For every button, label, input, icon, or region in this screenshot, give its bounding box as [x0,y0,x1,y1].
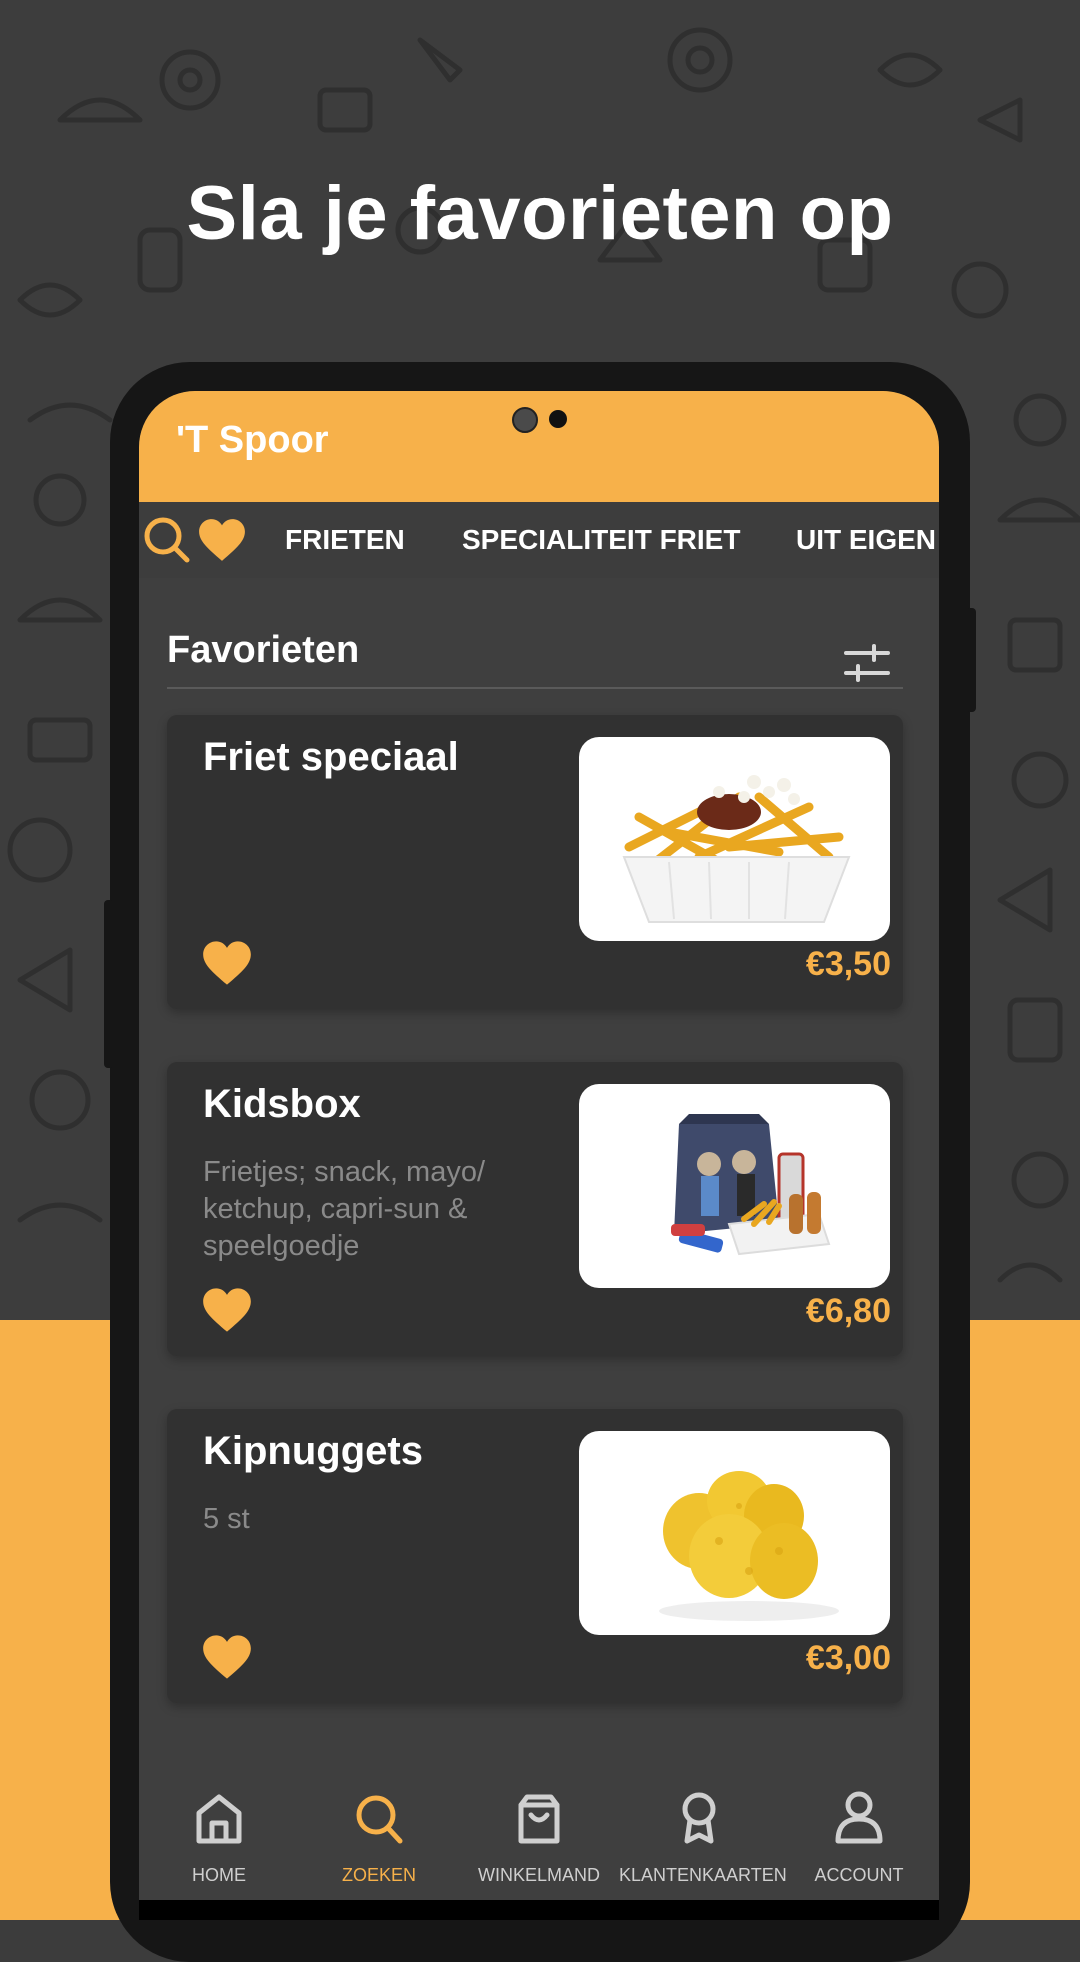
favorite-heart-icon[interactable] [201,1633,253,1681]
camera-sensor [549,410,567,428]
nuggets-illustration [659,1471,839,1621]
award-icon [682,1792,716,1844]
nav-label: ACCOUNT [814,1865,904,1885]
tab-uit-eigen[interactable]: UIT EIGEN [796,524,936,556]
favorite-heart-icon[interactable] [201,939,253,987]
user-icon [835,1791,883,1844]
tab-frieten[interactable]: FRIETEN [285,524,405,556]
phone-bottom-edge [139,1900,939,1920]
camera-lens [512,407,538,433]
product-description: Frietjes; snack, mayo/ ketchup, capri-su… [203,1156,486,1262]
product-card[interactable]: Kidsbox Frietjes; snack, mayo/ ketchup, … [167,1062,903,1356]
product-image [579,737,890,941]
product-price: €6,80 [805,1292,891,1330]
fries-illustration [622,775,851,923]
home-icon [196,1794,242,1844]
nav-label: KLANTENKAARTEN [619,1865,787,1885]
search-icon [356,1795,403,1844]
nav-label: HOME [192,1865,246,1885]
phone-side-button [966,608,976,712]
product-card[interactable]: Friet speciaal €3,50 [167,715,903,1009]
tab-specialiteit-friet[interactable]: SPECIALITEIT FRIET [462,524,740,556]
product-description: 5 st [203,1503,250,1535]
nav-label: ZOEKEN [341,1865,416,1885]
heart-icon[interactable] [197,516,247,564]
nav-winkelmand[interactable]: WINKELMAND [459,1791,619,1901]
search-icon[interactable] [143,516,191,564]
favorite-heart-icon[interactable] [201,1286,253,1334]
app-title: 'T Spoor [176,419,329,461]
kidsbox-illustration [671,1114,831,1256]
product-card[interactable]: Kipnuggets 5 st €3,00 [167,1409,903,1703]
nav-label: WINKELMAND [477,1865,600,1885]
app-bar: 'T Spoor [139,391,939,502]
phone-screen: 'T Spoor FRIETEN SPECIALITEIT FRIET UIT … [139,391,939,1901]
product-name: Kipnuggets [203,1429,423,1473]
product-image [579,1084,890,1288]
category-tabs: FRIETEN SPECIALITEIT FRIET UIT EIGEN [139,502,939,578]
nav-klantenkaarten[interactable]: KLANTENKAARTEN [619,1791,787,1901]
page-headline: Sla je favorieten op [186,171,894,256]
phone-side-button [104,900,114,1068]
bottom-navigation: HOME ZOEKEN WINKELMAND KLANTENKAARTEN AC… [139,1791,939,1901]
shopping-bag-icon [518,1794,560,1844]
product-name: Friet speciaal [203,735,459,779]
product-name: Kidsbox [203,1082,361,1126]
nav-home[interactable]: HOME [139,1791,299,1901]
product-price: €3,50 [805,945,891,983]
product-price: €3,00 [805,1639,891,1677]
nav-account[interactable]: ACCOUNT [779,1791,939,1901]
section-title: Favorieten [167,629,360,671]
section-divider [167,687,903,689]
nav-zoeken[interactable]: ZOEKEN [299,1791,459,1901]
product-image [579,1431,890,1635]
sliders-icon[interactable] [844,643,890,683]
